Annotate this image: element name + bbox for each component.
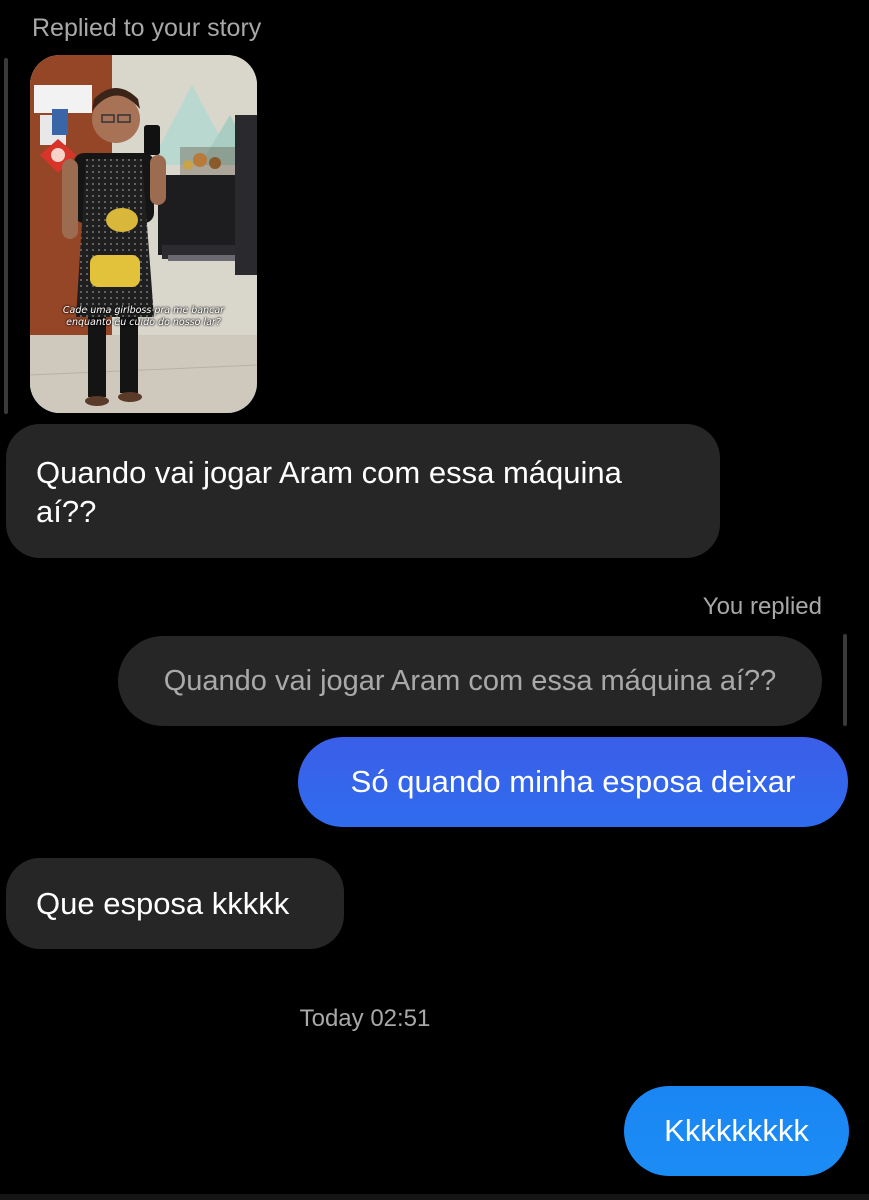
- incoming-message-bubble[interactable]: Que esposa kkkkk: [6, 858, 344, 949]
- story-reply-indicator-bar: [4, 58, 8, 414]
- story-photo-illustration: [30, 55, 257, 413]
- message-text: Só quando minha esposa deixar: [350, 764, 796, 799]
- outgoing-message-bubble[interactable]: Kkkkkkkkk: [624, 1086, 849, 1176]
- quoted-message-bubble[interactable]: Quando vai jogar Aram com essa máquina a…: [118, 636, 822, 726]
- story-overlay-line-2: enquanto eu cuido do nosso lar?: [66, 317, 221, 328]
- message-text: Kkkkkkkkk: [664, 1113, 809, 1148]
- message-text: Que esposa kkkkk: [36, 886, 290, 921]
- message-timestamp: Today 02:51: [299, 1005, 431, 1032]
- story-overlay-text: Cade uma girlboss pra me bancar enquanto…: [30, 305, 257, 329]
- incoming-message-bubble[interactable]: Quando vai jogar Aram com essa máquina a…: [6, 424, 720, 558]
- composer-edge: [0, 1194, 869, 1200]
- story-reply-caption: Replied to your story: [32, 14, 262, 42]
- you-replied-label: You replied: [702, 593, 822, 620]
- story-overlay-line-1: Cade uma girlboss pra me bancar: [62, 305, 225, 316]
- quoted-message-text: Quando vai jogar Aram com essa máquina a…: [163, 665, 777, 697]
- outgoing-message-bubble[interactable]: Só quando minha esposa deixar: [298, 737, 848, 827]
- story-thumbnail[interactable]: Cade uma girlboss pra me bancar enquanto…: [30, 55, 257, 413]
- quote-indicator-bar: [843, 634, 847, 726]
- message-text: Quando vai jogar Aram com essa máquina a…: [36, 455, 622, 529]
